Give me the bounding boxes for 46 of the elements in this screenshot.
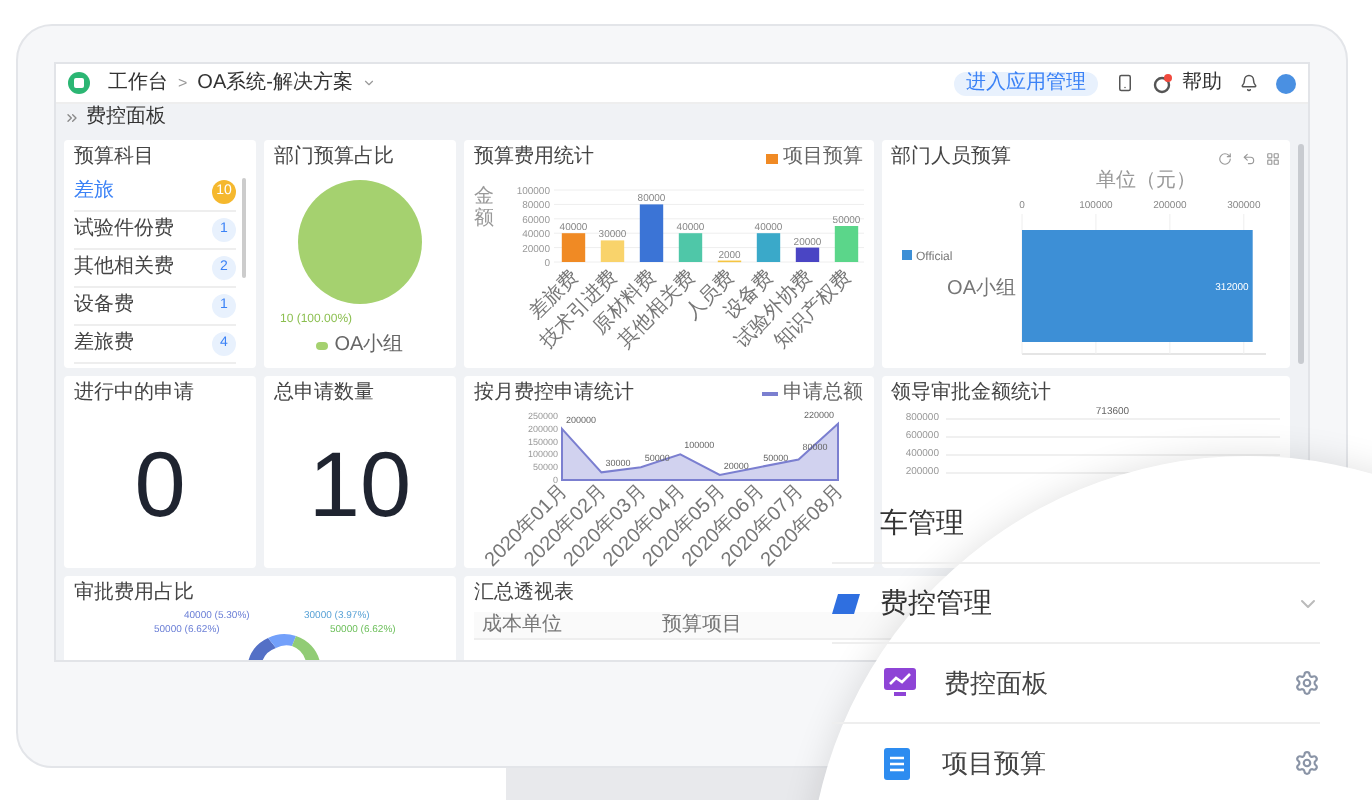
menu-item[interactable]: 费控面板 — [832, 644, 1320, 724]
caret-icon[interactable] — [362, 76, 377, 90]
stat-value: 0 — [134, 437, 186, 529]
scrollbar — [242, 178, 246, 278]
refresh-icon[interactable] — [1218, 151, 1232, 165]
phone-icon[interactable] — [1116, 74, 1134, 92]
stat-value: 10 — [308, 437, 412, 529]
breadcrumb-separator: > — [178, 71, 188, 95]
legend-label: 申请总额 — [783, 382, 863, 406]
card-title: 审批费用占比 — [74, 582, 194, 606]
card-title: 预算科目 — [74, 146, 154, 170]
card-title: 进行中的申请 — [74, 382, 194, 406]
column-header: 预算项目 — [660, 612, 744, 638]
menu-group[interactable]: 费控管理 — [832, 564, 1320, 644]
legend-swatch — [901, 250, 912, 260]
column-header: 成本单位 — [480, 612, 564, 638]
grid-icon[interactable] — [1266, 151, 1280, 165]
card-title: 部门预算占比 — [274, 146, 394, 170]
help-link[interactable]: 帮助 — [1182, 68, 1222, 98]
settings-icon[interactable] — [1294, 670, 1320, 696]
axis-title: 单位（元） — [1095, 170, 1196, 194]
donut-chart-drawing — [244, 630, 324, 660]
legend-label: 项目预算 — [783, 146, 863, 170]
menu-section-label: 车管理 — [880, 504, 964, 542]
bell-icon[interactable] — [1240, 74, 1258, 92]
card-title: 部门人员预算 — [891, 146, 1011, 170]
monitor-chart-icon — [884, 668, 916, 698]
menu-item[interactable]: 项目预算 — [832, 724, 1320, 800]
card-title: 按月费控申请统计 — [474, 382, 634, 406]
expand-icon[interactable] — [64, 110, 80, 126]
breadcrumb-link[interactable]: 工作台 — [108, 68, 168, 98]
app-name[interactable]: OA系统-解决方案 — [197, 68, 353, 98]
card-title: 预算费用统计 — [474, 146, 594, 170]
avatar[interactable] — [1276, 73, 1296, 93]
card-title: 总申请数量 — [274, 382, 374, 406]
category-label: OA小组 — [946, 278, 1016, 300]
legend-label: OA小组 — [334, 334, 404, 358]
axis-title: 金额 — [474, 186, 494, 230]
settings-icon[interactable] — [1294, 750, 1320, 776]
legend-swatch — [316, 342, 329, 350]
undo-icon[interactable] — [1242, 151, 1256, 165]
document-icon — [884, 747, 910, 779]
card-title: 领导审批金额统计 — [891, 382, 1051, 406]
card-title: 汇总透视表 — [474, 582, 574, 606]
app-logo-icon — [68, 72, 90, 94]
page-title: 费控面板 — [86, 106, 166, 130]
